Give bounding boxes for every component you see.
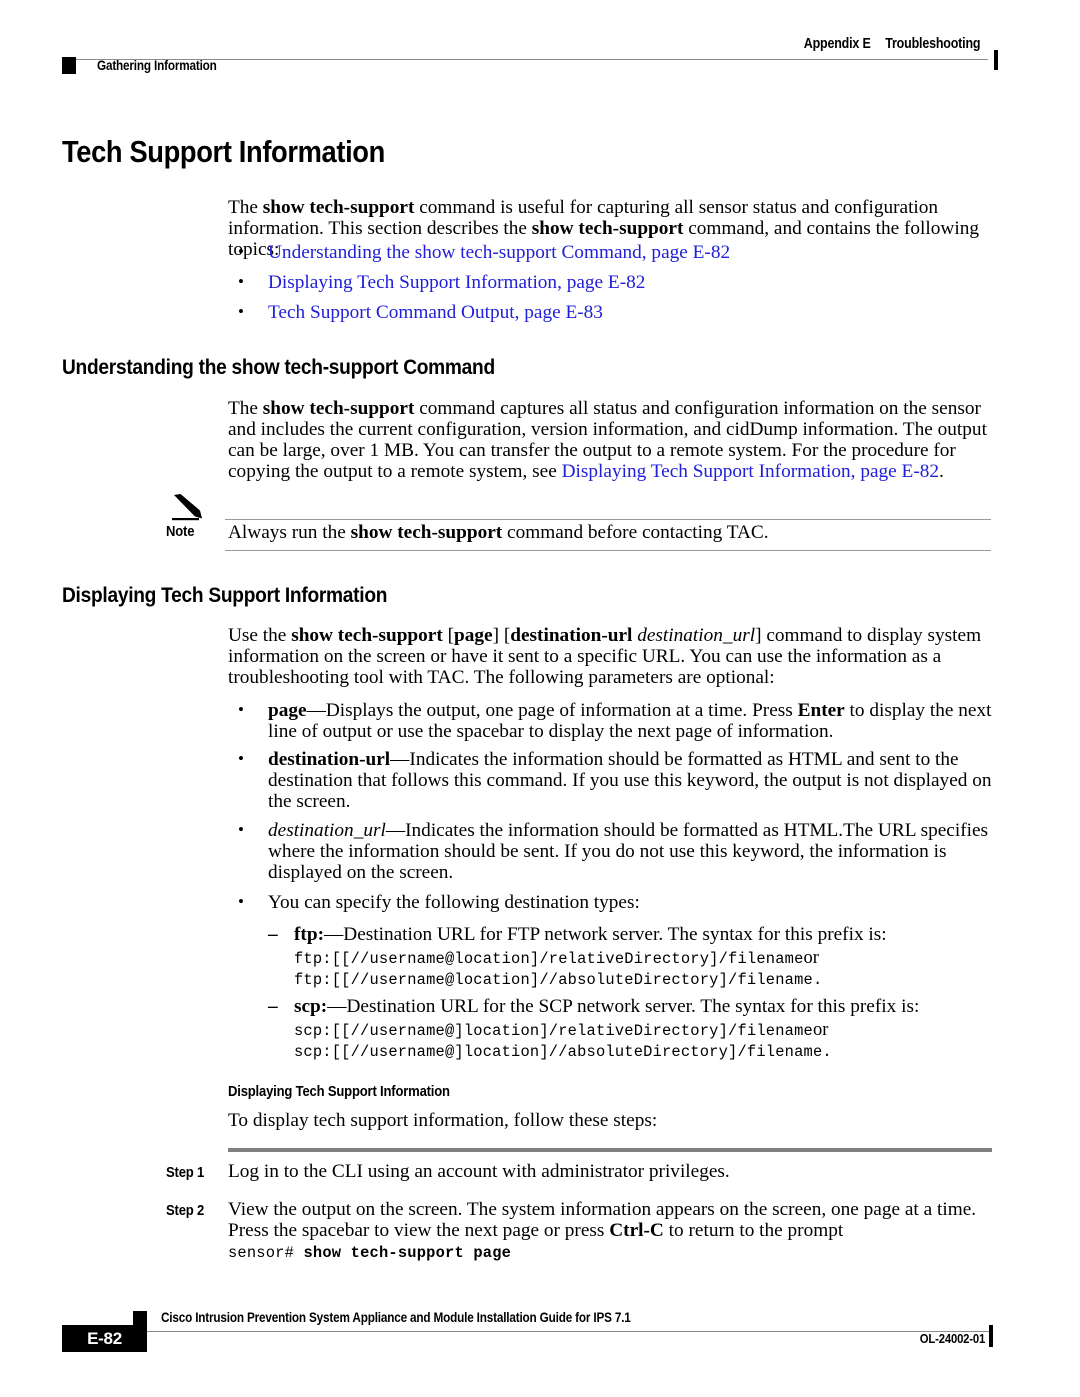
syntax-desturl-keyword: destination-url bbox=[510, 625, 633, 646]
understanding-paragraph: The show tech-support command captures a… bbox=[228, 398, 992, 482]
inline-cross-reference-link[interactable]: Displaying Tech Support Information, pag… bbox=[562, 461, 939, 482]
header-appendix: Appendix E bbox=[803, 36, 871, 52]
footer-doc-title: Cisco Intrusion Prevention System Applia… bbox=[161, 1310, 631, 1325]
destination-type-scp: scp:—Destination URL for the SCP network… bbox=[268, 996, 994, 1017]
section-heading-understanding: Understanding the show tech-support Comm… bbox=[62, 355, 495, 379]
cli-prompt: sensor# bbox=[228, 1244, 304, 1262]
topic-link-3[interactable]: Tech Support Command Output, page E-83 bbox=[238, 301, 994, 323]
footer-edge-tick bbox=[989, 1325, 993, 1347]
note-rule-top bbox=[225, 519, 991, 520]
ftp-syntax-line-1: ftp:[[//username@location]/relativeDirec… bbox=[294, 948, 819, 970]
step-2-key-ctrl-c: Ctrl-C bbox=[609, 1220, 664, 1242]
use-text: Use the bbox=[228, 625, 292, 646]
param-bullet-page: page—Displays the output, one page of in… bbox=[238, 699, 994, 742]
header-edge-tick bbox=[994, 50, 998, 70]
topic-link-label: Understanding the show tech-support Comm… bbox=[268, 242, 731, 263]
intro-command-1: show tech-support bbox=[262, 197, 415, 218]
param-bullet-destination-url-var: destination_url—Indicates the informatio… bbox=[238, 819, 994, 883]
step-1-text: Log in to the CLI using an account with … bbox=[228, 1161, 730, 1182]
note-text-a: Always run the bbox=[228, 522, 351, 543]
footer-rule bbox=[133, 1331, 993, 1332]
note-label: Note bbox=[166, 524, 195, 540]
param-term: destination-url bbox=[268, 749, 391, 770]
topic-link-1[interactable]: Understanding the show tech-support Comm… bbox=[238, 241, 994, 263]
page-header: Appendix E Troubleshooting Gathering Info… bbox=[62, 36, 998, 82]
syntax-page-keyword: page bbox=[454, 625, 493, 646]
scp-syntax-line-1: scp:[[//username@]location]/relativeDire… bbox=[294, 1020, 828, 1042]
syntax-desturl-variable: destination_url bbox=[637, 625, 756, 646]
scp-desc: —Destination URL for the SCP network ser… bbox=[327, 996, 920, 1017]
section-heading-displaying: Displaying Tech Support Information bbox=[62, 583, 388, 607]
topic-link-2[interactable]: Displaying Tech Support Information, pag… bbox=[238, 271, 994, 293]
intro-text-a: The bbox=[228, 197, 263, 218]
note-text: Always run the show tech-support command… bbox=[228, 522, 992, 543]
square-marker-icon bbox=[62, 57, 76, 74]
ftp-code-1: ftp:[[//username@location]/relativeDirec… bbox=[294, 950, 804, 968]
step-2-label: Step 2 bbox=[166, 1203, 205, 1219]
scp-code-1-or: or bbox=[812, 1020, 829, 1040]
para-command: show tech-support bbox=[262, 398, 415, 419]
note-text-b: command before contacting TAC. bbox=[502, 522, 769, 543]
param-desc-a: —Displays the output, one page of inform… bbox=[306, 700, 798, 721]
page-title: Tech Support Information bbox=[62, 134, 385, 169]
step-2-text-b: to return to the prompt bbox=[663, 1220, 844, 1242]
displaying-paragraph: Use the show tech-support [page] [destin… bbox=[228, 625, 992, 688]
topic-link-label: Displaying Tech Support Information, pag… bbox=[268, 272, 646, 293]
scp-term: scp: bbox=[294, 996, 328, 1017]
para-text-c: . bbox=[939, 461, 944, 483]
pencil-icon bbox=[172, 494, 202, 521]
scp-syntax-line-2: scp:[[//username@]location]//absoluteDir… bbox=[294, 1043, 832, 1061]
footer-doc-id: OL-24002-01 bbox=[919, 1331, 986, 1346]
page-footer: Cisco Intrusion Prevention System Applia… bbox=[0, 1300, 1080, 1370]
param-term: destination_url bbox=[268, 820, 386, 841]
scp-code-1: scp:[[//username@]location]/relativeDire… bbox=[294, 1022, 813, 1040]
header-section-label: Gathering Information bbox=[97, 58, 217, 73]
cli-command: show tech-support page bbox=[303, 1244, 512, 1262]
param-term: page bbox=[268, 700, 307, 721]
topic-link-label: Tech Support Command Output, page E-83 bbox=[268, 302, 603, 323]
header-chapter-title: Troubleshooting bbox=[884, 36, 980, 52]
ftp-desc: —Destination URL for FTP network server.… bbox=[324, 924, 887, 945]
procedure-rule bbox=[228, 1148, 992, 1152]
step-2-text: View the output on the screen. The syste… bbox=[228, 1199, 992, 1241]
step-1-label: Step 1 bbox=[166, 1165, 205, 1181]
note-rule-bottom bbox=[225, 550, 991, 551]
ftp-syntax-line-2: ftp:[[//username@location]//absoluteDire… bbox=[294, 971, 823, 989]
param-bullet-destination-url: destination-url—Indicates the informatio… bbox=[238, 748, 994, 812]
syntax-command: show tech-support bbox=[291, 625, 443, 646]
destination-type-ftp: ftp:—Destination URL for FTP network ser… bbox=[268, 924, 994, 945]
document-page: Appendix E Troubleshooting Gathering Info… bbox=[0, 0, 1080, 1397]
destination-types-intro: You can specify the following destinatio… bbox=[238, 891, 994, 913]
ftp-code-1-or: or bbox=[803, 948, 819, 968]
step-2-cli-example: sensor# show tech-support page bbox=[228, 1243, 511, 1264]
intro-command-2: show tech-support bbox=[531, 218, 684, 240]
syntax-open-2: ] [ bbox=[492, 625, 511, 646]
step-2-text-a: View the output on the screen. The syste… bbox=[228, 1199, 977, 1242]
syntax-open-1: [ bbox=[442, 625, 455, 646]
note-command: show tech-support bbox=[350, 522, 503, 543]
header-right-text: Appendix E Troubleshooting bbox=[803, 36, 980, 52]
footer-page-number: E-82 bbox=[87, 1328, 122, 1348]
destination-types-label: You can specify the following destinatio… bbox=[268, 892, 640, 913]
param-key-enter: Enter bbox=[797, 700, 845, 721]
procedure-heading: Displaying Tech Support Information bbox=[228, 1084, 450, 1100]
para-text-a: The bbox=[228, 398, 263, 419]
procedure-intro: To display tech support information, fol… bbox=[228, 1110, 658, 1131]
ftp-term: ftp: bbox=[294, 924, 324, 945]
